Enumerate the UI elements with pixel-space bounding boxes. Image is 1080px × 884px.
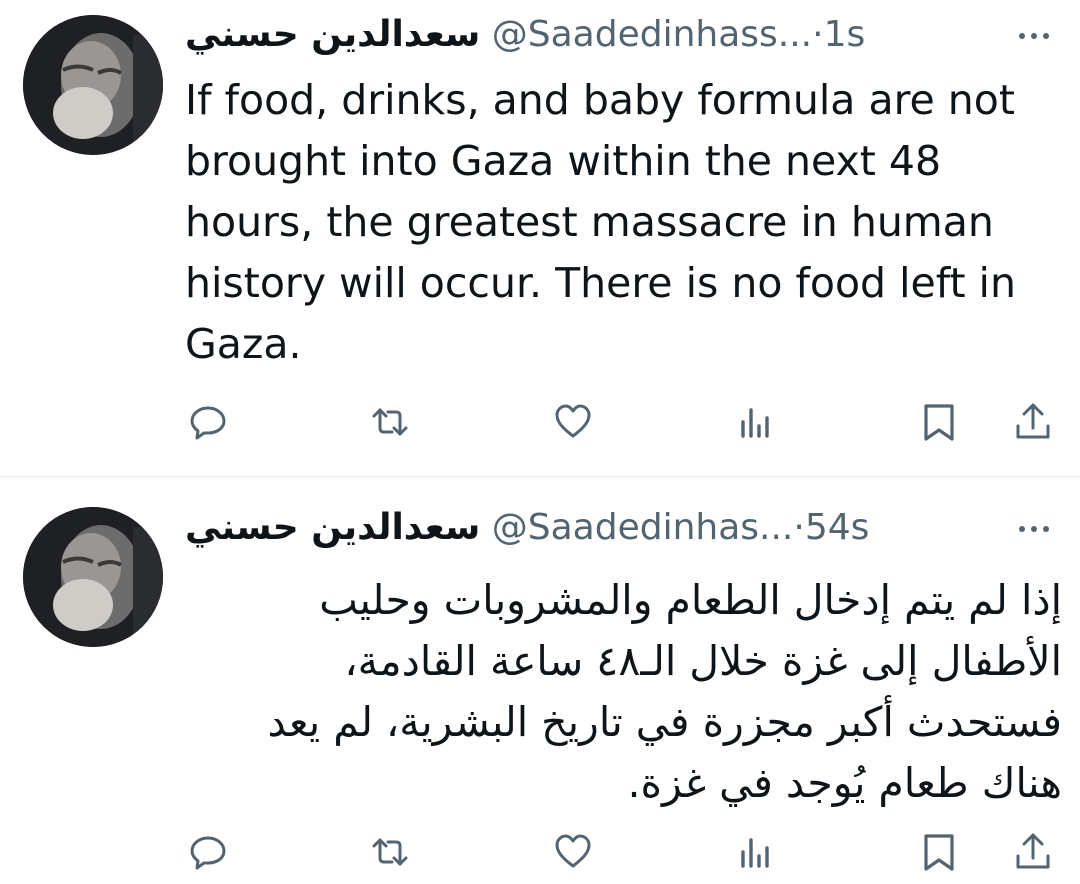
separator-dot: · bbox=[812, 14, 824, 55]
reply-icon[interactable] bbox=[186, 830, 230, 874]
retweet-icon[interactable] bbox=[368, 830, 412, 874]
tweet-text: إذا لم يتم إدخال الطعام والمشروبات وحليب… bbox=[267, 576, 1062, 807]
avatar-image bbox=[23, 507, 163, 647]
handle[interactable]: @Saadedinhas... bbox=[492, 507, 794, 548]
action-bar bbox=[0, 820, 1080, 880]
tweet-text: If food, drinks, and baby formula are no… bbox=[185, 76, 1016, 368]
separator-dot: · bbox=[793, 507, 805, 548]
handle[interactable]: @Saadedinhass... bbox=[492, 14, 812, 55]
like-icon[interactable] bbox=[551, 830, 595, 874]
timestamp[interactable]: 1s bbox=[824, 14, 866, 55]
retweet-icon[interactable] bbox=[368, 400, 412, 444]
views-icon[interactable] bbox=[734, 830, 778, 874]
avatar[interactable] bbox=[23, 507, 163, 647]
tweet-header: سعدالدين حسني @Saadedinhas...·54s bbox=[185, 503, 869, 553]
avatar[interactable] bbox=[23, 15, 163, 155]
display-name[interactable]: سعدالدين حسني bbox=[185, 14, 480, 55]
tweet-header: سعدالدين حسني @Saadedinhass...·1s bbox=[185, 10, 865, 60]
bookmark-icon[interactable] bbox=[917, 830, 961, 874]
tweet[interactable]: سعدالدين حسني @Saadedinhas...·54s إذا لم… bbox=[0, 477, 1080, 884]
share-icon[interactable] bbox=[1011, 400, 1055, 444]
more-icon[interactable] bbox=[1012, 16, 1056, 56]
reply-icon[interactable] bbox=[186, 400, 230, 444]
views-icon[interactable] bbox=[734, 400, 778, 444]
more-icon[interactable] bbox=[1012, 509, 1056, 549]
avatar-image bbox=[23, 15, 163, 155]
like-icon[interactable] bbox=[551, 400, 595, 444]
share-icon[interactable] bbox=[1011, 830, 1055, 874]
action-bar bbox=[0, 390, 1080, 450]
timestamp[interactable]: 54s bbox=[805, 507, 870, 548]
bookmark-icon[interactable] bbox=[917, 400, 961, 444]
tweet[interactable]: سعدالدين حسني @Saadedinhass...·1s If foo… bbox=[0, 0, 1080, 476]
display-name[interactable]: سعدالدين حسني bbox=[185, 507, 480, 548]
